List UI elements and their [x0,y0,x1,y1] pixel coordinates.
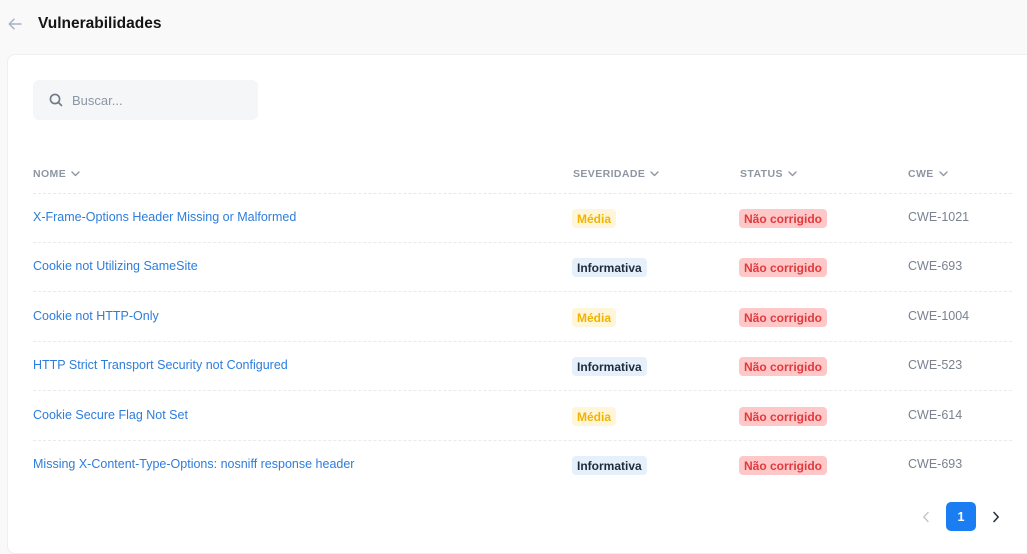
back-button[interactable] [5,14,25,34]
severity-badge: Média [572,407,617,426]
severity-badge: Informativa [572,456,647,475]
row-divider [33,390,1012,391]
column-header-label: CWE [908,168,934,180]
column-header-severidade[interactable]: SEVERIDADE [573,167,659,181]
column-header-status[interactable]: STATUS [740,167,797,181]
status-badge: Não corrigido [739,209,828,228]
pagination-page-current[interactable]: 1 [946,502,976,531]
pagination-prev-button[interactable] [914,502,938,531]
chevron-right-icon [993,511,999,522]
column-header-nome[interactable]: NOME [33,167,80,181]
table-row: Cookie not HTTP-Only Média Não corrigido… [0,293,1027,342]
chevron-down-icon [650,171,659,177]
column-header-label: STATUS [740,168,783,180]
column-header-label: SEVERIDADE [573,168,646,180]
vulnerability-name-link[interactable]: Cookie Secure Flag Not Set [33,408,188,422]
status-badge: Não corrigido [739,407,828,426]
column-header-cwe[interactable]: CWE [908,167,948,181]
table-row: HTTP Strict Transport Security not Confi… [0,342,1027,391]
status-badge: Não corrigido [739,308,828,327]
row-divider [33,291,1012,292]
cwe-value: CWE-1021 [908,210,970,224]
search-input[interactable] [72,92,252,108]
status-badge: Não corrigido [739,456,828,475]
arrow-left-icon [8,18,22,30]
chevron-down-icon [788,171,797,177]
search-icon [48,92,64,108]
vulnerability-name-link[interactable]: HTTP Strict Transport Security not Confi… [33,358,288,372]
chevron-down-icon [71,171,80,177]
cwe-value: CWE-1004 [908,309,970,323]
status-badge: Não corrigido [739,258,828,277]
severity-badge: Informativa [572,357,647,376]
vulnerability-name-link[interactable]: Cookie not Utilizing SameSite [33,259,198,273]
cwe-value: CWE-693 [908,457,963,471]
table-row: Cookie not Utilizing SameSite Informativ… [0,243,1027,292]
vulnerability-name-link[interactable]: Cookie not HTTP-Only [33,309,159,323]
severity-badge: Média [572,209,617,228]
severity-badge: Média [572,308,617,327]
vulnerability-name-link[interactable]: Missing X-Content-Type-Options: nosniff … [33,457,354,471]
table-row: Missing X-Content-Type-Options: nosniff … [0,441,1027,490]
page-title: Vulnerabilidades [38,15,162,32]
status-badge: Não corrigido [739,357,828,376]
cwe-value: CWE-693 [908,259,963,273]
table-row: X-Frame-Options Header Missing or Malfor… [0,194,1027,243]
top-bar: Vulnerabilidades [0,0,1027,54]
severity-badge: Informativa [572,258,647,277]
chevron-left-icon [923,511,929,522]
chevron-down-icon [939,171,948,177]
cwe-value: CWE-523 [908,358,963,372]
search-box[interactable] [33,80,258,120]
pagination-next-button[interactable] [984,502,1008,531]
column-header-label: NOME [33,168,67,180]
cwe-value: CWE-614 [908,408,963,422]
table-row: Cookie Secure Flag Not Set Média Não cor… [0,392,1027,441]
vulnerability-name-link[interactable]: X-Frame-Options Header Missing or Malfor… [33,210,296,224]
